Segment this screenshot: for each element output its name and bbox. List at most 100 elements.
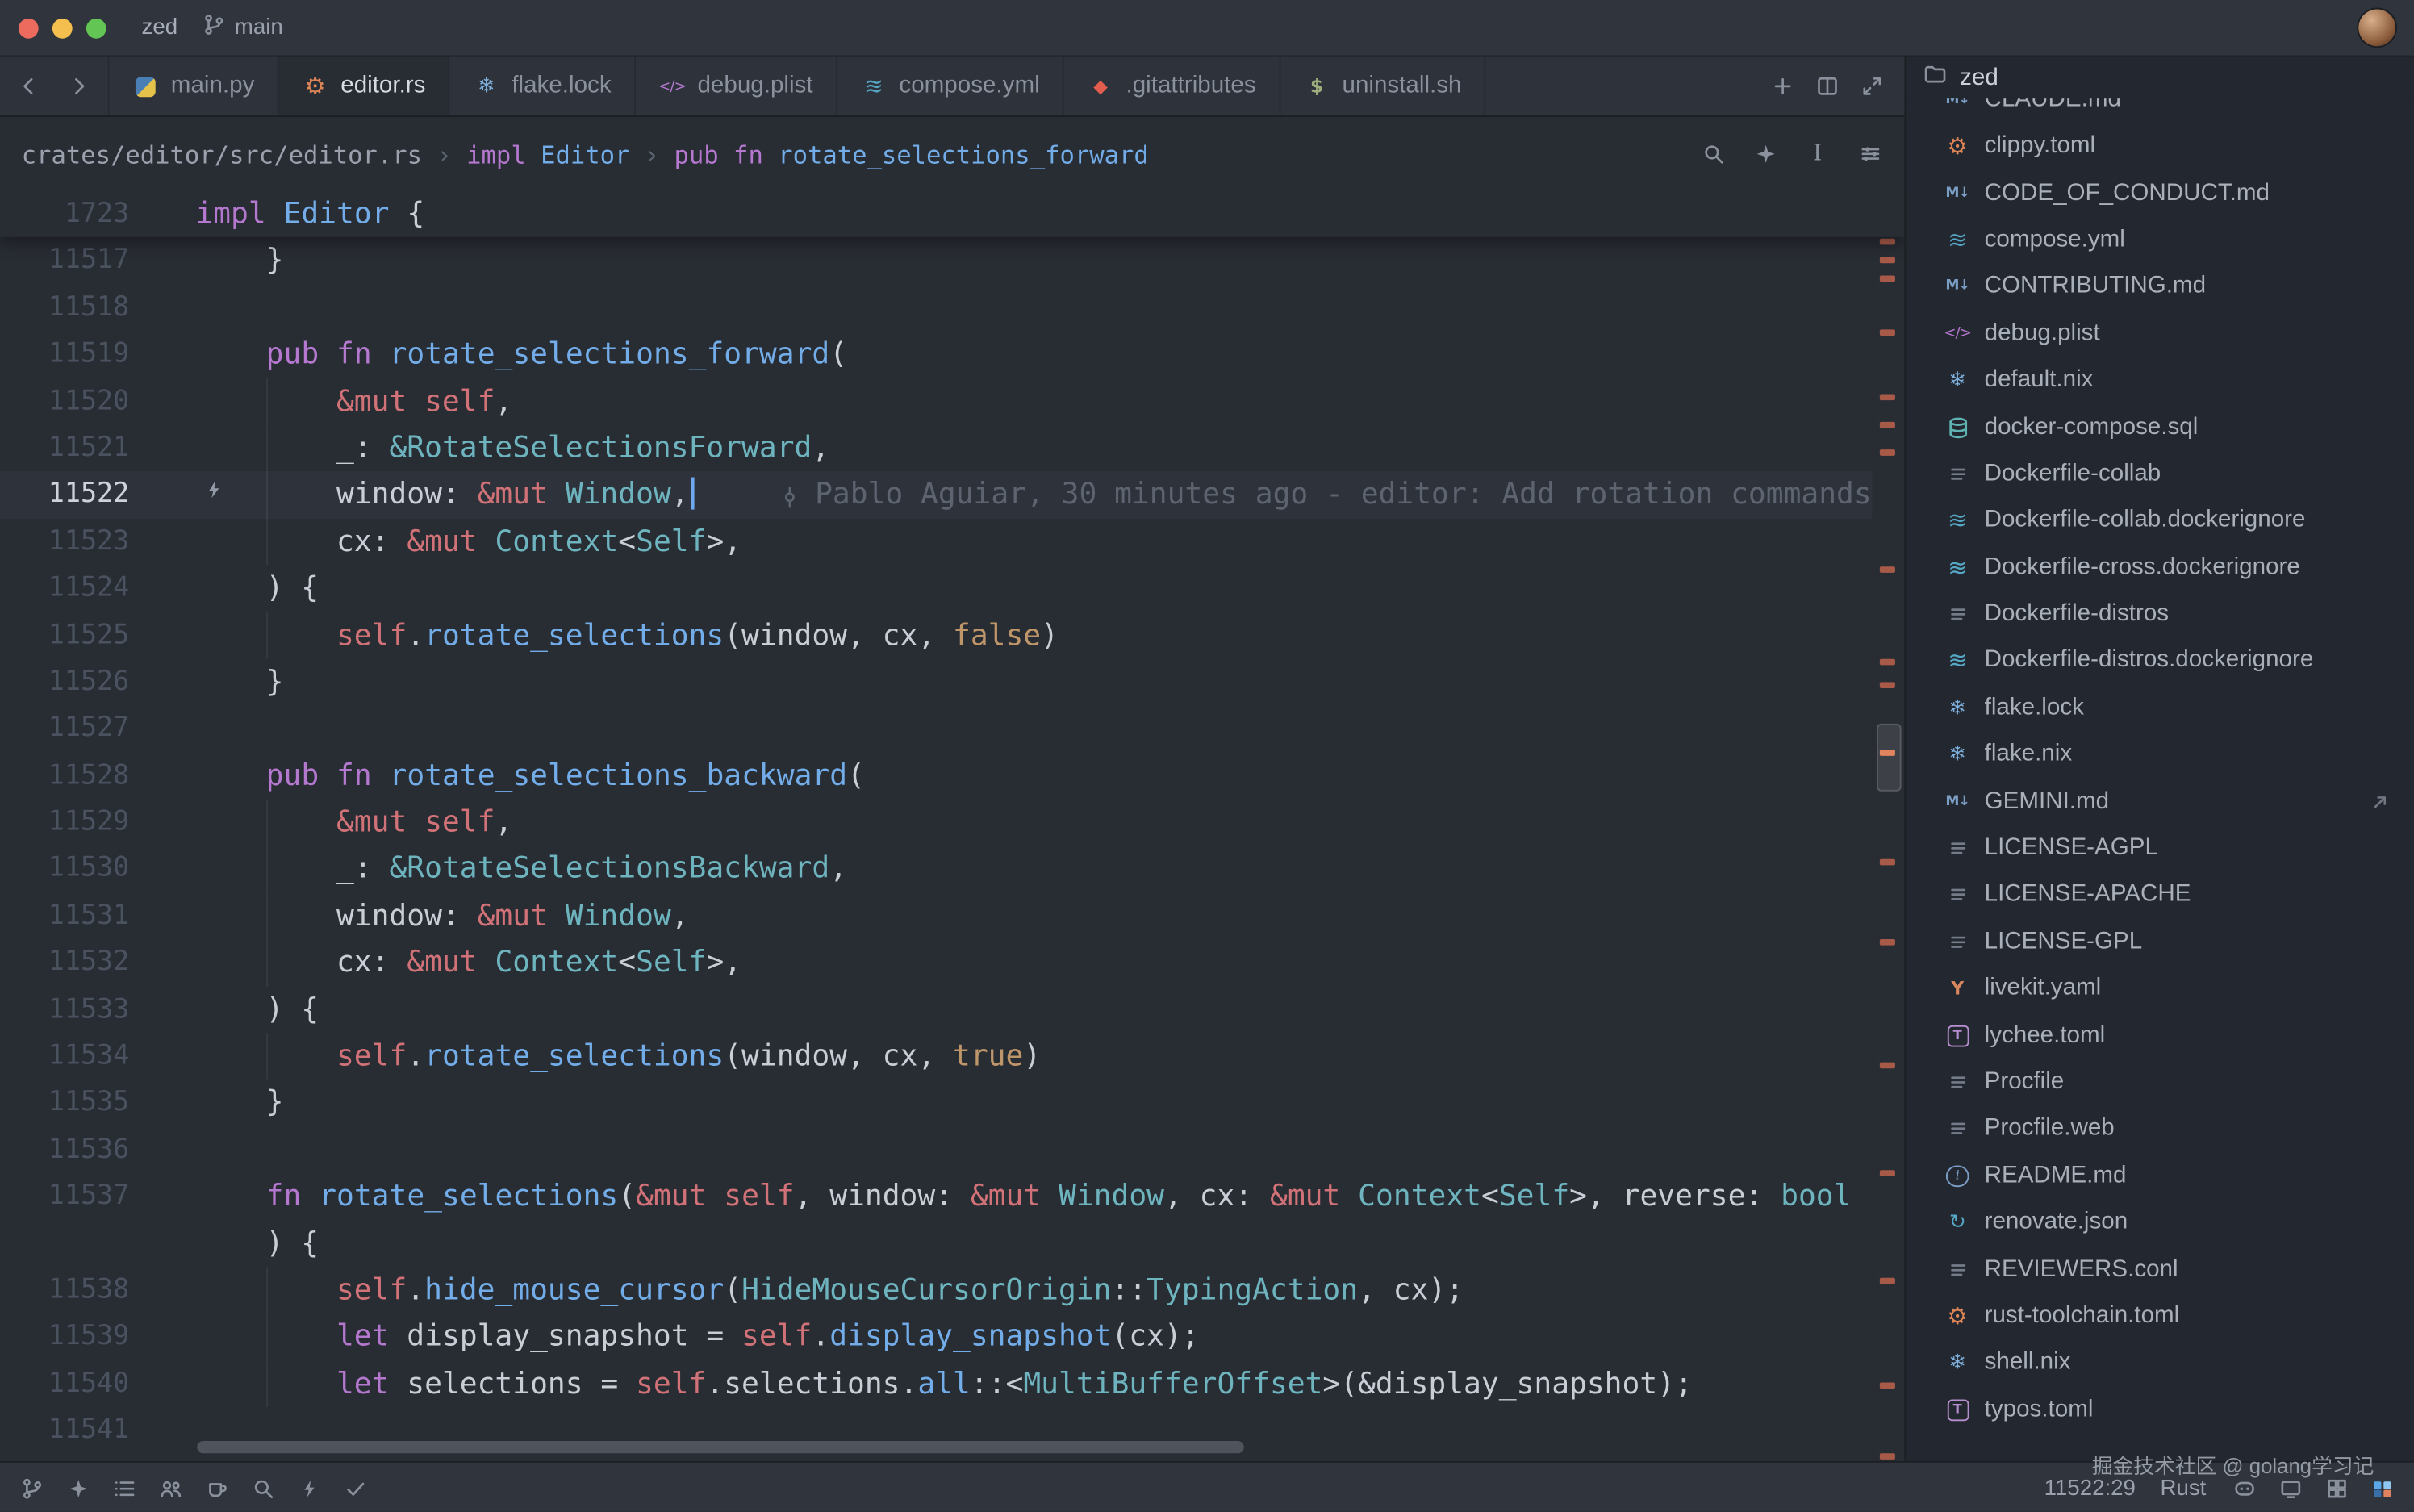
file-item[interactable]: LICENSE-GPL <box>1906 918 2414 965</box>
debug-console-button[interactable] <box>203 1476 229 1502</box>
inline-assist-button[interactable] <box>1752 141 1777 167</box>
file-item[interactable]: ⚙rust-toolchain.toml <box>1906 1293 2414 1339</box>
code-line[interactable]: 11540 let selections = self.selections.a… <box>0 1360 1904 1407</box>
file-item[interactable]: ❄flake.nix <box>1906 731 2414 778</box>
file-item[interactable]: ≋Dockerfile-collab.dockerignore <box>1906 498 2414 545</box>
code-line[interactable]: 11519 pub fn rotate_selections_forward( <box>0 332 1904 378</box>
breadcrumb-segment[interactable]: Editor <box>541 140 629 169</box>
file-item[interactable]: Dockerfile-collab <box>1906 451 2414 498</box>
file-item[interactable]: </>debug.plist <box>1906 311 2414 357</box>
breadcrumb-segment[interactable]: pub fn <box>674 140 763 169</box>
code-line[interactable]: 11529 &mut self, <box>0 799 1904 846</box>
tab-.gitattributes[interactable]: ◆.gitattributes <box>1064 57 1280 116</box>
split-button[interactable] <box>1815 74 1840 99</box>
maximize-button[interactable] <box>1860 74 1885 99</box>
code-line[interactable]: 11518 <box>0 285 1904 332</box>
file-item[interactable]: ≋Dockerfile-cross.dockerignore <box>1906 545 2414 591</box>
code-line[interactable]: 11534 self.rotate_selections(window, cx,… <box>0 1033 1904 1080</box>
file-item[interactable]: Ylivekit.yaml <box>1906 965 2414 1012</box>
file-item[interactable]: ❄default.nix <box>1906 357 2414 404</box>
tab-compose.yml[interactable]: ≋compose.yml <box>837 57 1064 116</box>
tab-flake.lock[interactable]: ❄flake.lock <box>450 57 636 116</box>
code-line[interactable]: 11535 } <box>0 1080 1904 1126</box>
screen-button[interactable] <box>2277 1476 2303 1502</box>
code-line[interactable]: 11517 } <box>0 238 1904 285</box>
file-item[interactable]: ❄shell.nix <box>1906 1339 2414 1386</box>
code-line[interactable]: ) { <box>0 1220 1904 1267</box>
file-item[interactable]: M↓GEMINI.md <box>1906 778 2414 825</box>
file-item[interactable]: ❄flake.lock <box>1906 685 2414 732</box>
search-button[interactable] <box>1700 141 1726 167</box>
diagnostics-button[interactable] <box>342 1476 368 1502</box>
file-item[interactable]: ⚙clippy.toml <box>1906 123 2414 170</box>
file-item[interactable]: Dockerfile-distros <box>1906 591 2414 638</box>
breadcrumb-segment[interactable]: impl <box>466 140 526 169</box>
file-item[interactable]: M↓CODE_OF_CONDUCT.md <box>1906 170 2414 217</box>
code-editor[interactable]: 1723impl Editor { 11517 }1151811519 pub … <box>0 191 1904 1461</box>
code-line[interactable]: 11533 ) { <box>0 986 1904 1033</box>
breadcrumb-segment[interactable]: rotate_selections_forward <box>778 140 1149 169</box>
copilot-button[interactable] <box>2231 1476 2257 1502</box>
navigate-forward-button[interactable] <box>66 74 91 99</box>
code-line[interactable]: 11532 cx: &mut Context<Self>, <box>0 939 1904 986</box>
code-line[interactable]: 11531 window: &mut Window, <box>0 892 1904 939</box>
vertical-scrollbar[interactable] <box>1872 238 1904 1461</box>
file-item[interactable]: Ttypos.toml <box>1906 1386 2414 1433</box>
outline-button[interactable] <box>111 1476 136 1502</box>
code-line[interactable]: 11525 self.rotate_selections(window, cx,… <box>0 612 1904 659</box>
breadcrumb-segment[interactable]: › <box>422 140 466 169</box>
code-line[interactable]: 11522 window: &mut Window,Pablo Aguiar, … <box>0 472 1904 519</box>
text-cursor-button[interactable]: I <box>1804 141 1830 167</box>
file-item[interactable]: M↓CONTRIBUTING.md <box>1906 264 2414 311</box>
avatar[interactable] <box>2358 9 2395 46</box>
code-line[interactable]: 11536 <box>0 1126 1904 1173</box>
code-line[interactable]: 11528 pub fn rotate_selections_backward( <box>0 752 1904 799</box>
tab-editor.rs[interactable]: ⚙editor.rs <box>279 57 450 116</box>
editor-controls-button[interactable] <box>1856 141 1882 167</box>
breadcrumb-segment[interactable] <box>763 140 778 169</box>
file-item[interactable]: Tlychee.toml <box>1906 1012 2414 1059</box>
code-line[interactable]: 11537 fn rotate_selections(&mut self, wi… <box>0 1173 1904 1220</box>
file-item[interactable]: Procfile.web <box>1906 1105 2414 1152</box>
breadcrumb-segment[interactable]: crates/editor/src/editor.rs <box>22 140 422 169</box>
language-selector[interactable]: Rust <box>2160 1476 2206 1502</box>
vertical-scrollbar-thumb[interactable] <box>1877 725 1902 792</box>
cursor-position[interactable]: 11522:29 <box>2044 1476 2136 1502</box>
code-line[interactable]: 11520 &mut self, <box>0 378 1904 425</box>
code-line[interactable]: 11526 } <box>0 659 1904 706</box>
collaborators-button[interactable] <box>157 1476 183 1502</box>
window-minimize-button[interactable] <box>52 18 73 38</box>
breadcrumb[interactable]: crates/editor/src/editor.rs › impl Edito… <box>22 140 1149 169</box>
plus-button[interactable] <box>1770 74 1795 99</box>
file-item[interactable]: ≋compose.yml <box>1906 217 2414 264</box>
tab-debug.plist[interactable]: </>debug.plist <box>636 57 837 116</box>
quick-actions-button[interactable] <box>295 1476 321 1502</box>
file-item[interactable]: Procfile <box>1906 1059 2414 1105</box>
code-line[interactable]: 11527 <box>0 706 1904 753</box>
breadcrumb-segment[interactable] <box>526 140 541 169</box>
grid-button[interactable] <box>2323 1476 2349 1502</box>
code-line[interactable]: 11539 let display_snapshot = self.displa… <box>0 1314 1904 1360</box>
window-close-button[interactable] <box>19 18 39 38</box>
code-line[interactable]: 11521 _: &RotateSelectionsForward, <box>0 425 1904 472</box>
navigate-back-button[interactable] <box>17 74 42 99</box>
tab-main.py[interactable]: main.py <box>109 57 278 116</box>
file-item[interactable]: ≋Dockerfile-distros.dockerignore <box>1906 638 2414 685</box>
window-zoom-button[interactable] <box>86 18 106 38</box>
repl-button[interactable] <box>2370 1476 2395 1502</box>
git-branch-button[interactable] <box>19 1476 44 1502</box>
git-branch-indicator[interactable]: main <box>201 12 283 44</box>
horizontal-scrollbar-thumb[interactable] <box>197 1441 1244 1453</box>
tab-uninstall.sh[interactable]: $uninstall.sh <box>1280 57 1486 116</box>
file-item[interactable]: iREADME.md <box>1906 1152 2414 1199</box>
code-action-bolt-icon[interactable] <box>202 478 228 503</box>
project-root[interactable]: zed <box>1906 57 2414 99</box>
file-item[interactable]: LICENSE-AGPL <box>1906 825 2414 871</box>
code-line[interactable]: 11523 cx: &mut Context<Self>, <box>0 519 1904 566</box>
code-line[interactable]: 11524 ) { <box>0 566 1904 612</box>
file-item[interactable]: ↻renovate.json <box>1906 1199 2414 1246</box>
file-item[interactable]: LICENSE-APACHE <box>1906 871 2414 918</box>
breadcrumb-segment[interactable]: › <box>629 140 674 169</box>
code-line[interactable]: 11530 _: &RotateSelectionsBackward, <box>0 846 1904 892</box>
sparkle-button[interactable] <box>65 1476 90 1502</box>
